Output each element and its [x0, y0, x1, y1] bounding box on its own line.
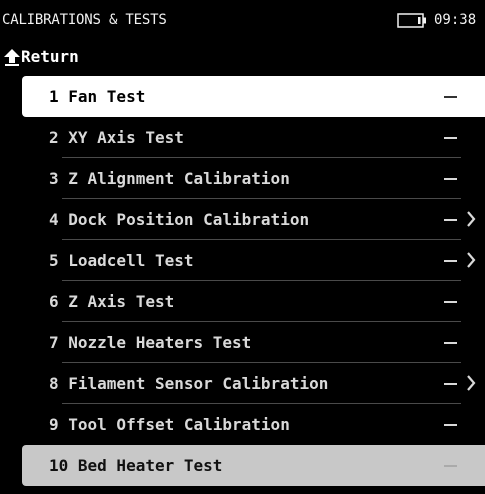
menu-item-label: 8 Filament Sensor Calibration [49, 374, 329, 393]
dash-icon [444, 96, 457, 98]
menu-item[interactable]: 1 Fan Test [22, 76, 485, 117]
chevron-right-icon [467, 252, 476, 268]
dash-icon [444, 342, 457, 344]
dash-icon [444, 260, 457, 262]
menu-item[interactable]: 3 Z Alignment Calibration [22, 158, 485, 199]
menu-item-label: 3 Z Alignment Calibration [49, 169, 290, 188]
status-bar: CALIBRATIONS & TESTS 09:38 [0, 0, 485, 40]
menu-item-label: 6 Z Axis Test [49, 292, 175, 311]
menu-item[interactable]: 8 Filament Sensor Calibration [22, 363, 485, 404]
menu-item[interactable]: 9 Tool Offset Calibration [22, 404, 485, 445]
menu-item[interactable]: 7 Nozzle Heaters Test [22, 322, 485, 363]
menu-item-label: 4 Dock Position Calibration [49, 210, 310, 229]
dash-icon [444, 383, 457, 385]
menu-item-label: 2 XY Axis Test [49, 128, 184, 147]
menu-item-label: 5 Loadcell Test [49, 251, 194, 270]
menu-item[interactable]: 4 Dock Position Calibration [22, 199, 485, 240]
screen-title: CALIBRATIONS & TESTS [2, 12, 167, 28]
menu-item[interactable]: 2 XY Axis Test [22, 117, 485, 158]
battery-icon [397, 13, 426, 28]
clock: 09:38 [434, 12, 477, 28]
menu-item-label: 1 Fan Test [49, 87, 146, 106]
return-label: Return [21, 47, 79, 66]
dash-icon [444, 137, 457, 139]
dash-icon [444, 424, 457, 426]
dash-icon [444, 301, 457, 303]
dash-icon [444, 219, 457, 221]
dash-icon [444, 178, 457, 180]
chevron-right-icon [467, 375, 476, 391]
menu-item: 10 Bed Heater Test [22, 445, 485, 486]
menu-item-label: 10 Bed Heater Test [49, 456, 223, 475]
menu-item[interactable]: 6 Z Axis Test [22, 281, 485, 322]
dash-icon [444, 465, 457, 467]
menu-item-label: 7 Nozzle Heaters Test [49, 333, 252, 352]
return-button[interactable]: Return [0, 40, 485, 72]
chevron-right-icon [467, 211, 476, 227]
return-arrow-icon [4, 49, 20, 66]
menu-item[interactable]: 5 Loadcell Test [22, 240, 485, 281]
menu-item-label: 9 Tool Offset Calibration [49, 415, 290, 434]
